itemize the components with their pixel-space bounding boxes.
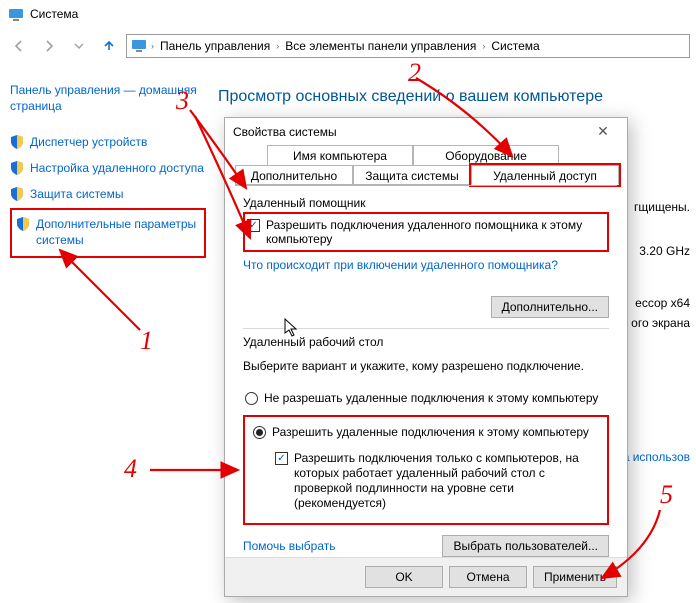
sidebar-item-label: Диспетчер устройств (30, 134, 147, 150)
window-titlebar: Система (0, 0, 696, 28)
group-label: Удаленный помощник (243, 196, 609, 210)
sidebar-item-advanced-settings[interactable]: Дополнительные параметры системы (16, 212, 200, 254)
tab-protection[interactable]: Защита системы (353, 165, 471, 185)
sidebar-item-remote-settings[interactable]: Настройка удаленного доступа (10, 156, 210, 182)
bg-text: 3.20 GHz (639, 244, 690, 258)
sidebar-home-link[interactable]: Панель управления — домашняя страница (10, 78, 210, 120)
tab-computer-name[interactable]: Имя компьютера (267, 145, 413, 165)
navbar: › Панель управления › Все элементы панел… (0, 28, 696, 64)
tab-hardware[interactable]: Оборудование (413, 145, 559, 165)
annotation-highlight-4: Разрешить удаленные подключения к этому … (243, 415, 609, 525)
forward-button[interactable] (36, 33, 62, 59)
address-bar[interactable]: › Панель управления › Все элементы панел… (126, 34, 690, 58)
shield-icon (10, 135, 24, 149)
dialog-footer: OK Отмена Применить (225, 557, 627, 596)
tab-remote[interactable]: Удаленный доступ (471, 165, 619, 185)
group-description: Выберите вариант и укажите, кому разреше… (243, 359, 609, 373)
up-button[interactable] (96, 33, 122, 59)
bg-text: ого экрана (631, 316, 690, 330)
system-properties-dialog: Свойства системы ✕ Имя компьютера Оборуд… (224, 117, 628, 597)
radio-icon (245, 392, 258, 405)
group-label: Удаленный рабочий стол (243, 335, 609, 349)
cancel-button[interactable]: Отмена (449, 566, 527, 588)
group-remote-desktop: Удаленный рабочий стол Выберите вариант … (243, 335, 609, 557)
back-button[interactable] (6, 33, 32, 59)
checkbox-label: Разрешить подключения удаленного помощни… (266, 218, 605, 246)
breadcrumb[interactable]: Панель управления (158, 39, 272, 53)
chevron-right-icon: › (482, 41, 485, 51)
annotation-number-4: 4 (124, 454, 137, 484)
radio-icon (253, 426, 266, 439)
shield-icon (10, 161, 24, 175)
breadcrumb[interactable]: Система (489, 39, 541, 53)
address-icon (131, 38, 147, 55)
checkbox-label: Разрешить подключения только с компьютер… (294, 451, 599, 511)
tab-strip: Имя компьютера Оборудование Дополнительн… (235, 145, 617, 188)
shield-icon (16, 217, 30, 231)
checkbox-icon (247, 219, 260, 232)
sidebar-item-label: Дополнительные параметры системы (36, 216, 200, 248)
button-select-users[interactable]: Выбрать пользователей... (442, 535, 609, 557)
radio-allow-remote[interactable]: Разрешить удаленные подключения к этому … (251, 421, 601, 443)
annotation-highlight-1: Дополнительные параметры системы (10, 208, 206, 258)
window-title: Система (30, 7, 78, 21)
system-icon (8, 6, 24, 22)
sidebar-item-device-manager[interactable]: Диспетчер устройств (10, 130, 210, 156)
bg-text: ессор x64 (635, 296, 690, 310)
radio-disallow-remote[interactable]: Не разрешать удаленные подключения к это… (243, 387, 609, 409)
radio-label: Разрешить удаленные подключения к этому … (272, 425, 589, 439)
bg-text: гщищены. (634, 200, 690, 214)
annotation-number-5: 5 (660, 480, 673, 510)
dialog-titlebar: Свойства системы ✕ (225, 118, 627, 145)
sidebar-item-system-protection[interactable]: Защита системы (10, 182, 210, 208)
history-dropdown[interactable] (66, 33, 92, 59)
dialog-body: Удаленный помощник Разрешить подключения… (225, 188, 627, 557)
shield-icon (10, 187, 24, 201)
button-assist-advanced[interactable]: Дополнительно... (491, 296, 609, 318)
link-remote-assistance-info[interactable]: Что происходит при включении удаленного … (243, 258, 609, 272)
close-button[interactable]: ✕ (587, 123, 619, 140)
apply-button[interactable]: Применить (533, 566, 617, 588)
tab-advanced[interactable]: Дополнительно (235, 165, 353, 185)
annotation-number-1: 1 (140, 326, 153, 356)
breadcrumb[interactable]: Все элементы панели управления (283, 39, 478, 53)
sidebar-item-label: Настройка удаленного доступа (30, 160, 204, 176)
sidebar: Панель управления — домашняя страница Ди… (10, 78, 210, 258)
radio-label: Не разрешать удаленные подключения к это… (264, 391, 598, 405)
checkbox-nla[interactable]: Разрешить подключения только с компьютер… (273, 447, 601, 515)
chevron-right-icon: › (276, 41, 279, 51)
link-help-choose[interactable]: Помочь выбрать (243, 539, 336, 553)
chevron-right-icon: › (151, 41, 154, 51)
ok-button[interactable]: OK (365, 566, 443, 588)
group-remote-assistance: Удаленный помощник Разрешить подключения… (243, 196, 609, 329)
sidebar-item-label: Защита системы (30, 186, 123, 202)
dialog-title: Свойства системы (233, 125, 337, 139)
checkbox-allow-remote-assistance[interactable]: Разрешить подключения удаленного помощни… (243, 212, 609, 252)
page-heading: Просмотр основных сведений о вашем компь… (218, 88, 603, 106)
checkbox-icon (275, 452, 288, 465)
